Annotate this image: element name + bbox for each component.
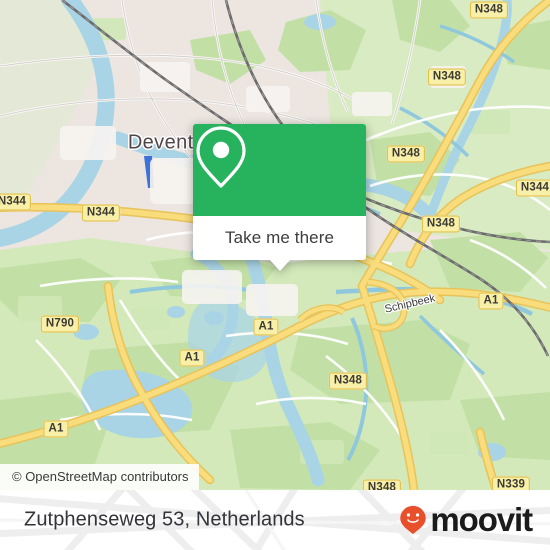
road-shield-n348[interactable]: N348 [421,215,461,233]
road-shield-n348[interactable]: N348 [362,479,402,490]
destination-popup-card[interactable]: Take me there [193,124,366,271]
moovit-logo[interactable]: moovit [399,501,533,538]
road-shield-a1[interactable]: A1 [179,349,205,367]
road-shield-n348[interactable]: N348 [328,372,368,390]
road-shield-n348[interactable]: N348 [427,68,467,86]
road-shield-n790[interactable]: N790 [40,315,80,333]
road-shield-a1[interactable]: A1 [253,318,279,336]
location-title: Zutphenseweg 53, Netherlands [24,508,305,531]
road-shield-n344[interactable]: N344 [515,179,550,197]
moovit-map-share-page: Deventer Schipbeek N348 N348 N348 N348 N… [0,0,550,550]
road-shield-n339[interactable]: N339 [491,476,531,490]
popup-pointer-tail [268,259,291,271]
road-shield-a1[interactable]: A1 [43,420,69,438]
take-me-there-label: Take me there [224,228,335,247]
osm-attribution[interactable]: © OpenStreetMap contributors [0,464,199,490]
popup-header [193,124,366,216]
road-shield-n344[interactable]: N344 [0,193,32,211]
road-shield-n348[interactable]: N348 [386,145,426,163]
popup-action-bar[interactable]: Take me there [193,216,366,260]
road-shield-n348[interactable]: N348 [469,1,509,19]
map-canvas[interactable]: Deventer Schipbeek N348 N348 N348 N348 N… [0,0,550,490]
footer-bar: Zutphenseweg 53, Netherlands moovit [0,490,550,550]
road-shield-a1[interactable]: A1 [478,292,504,310]
moovit-pin-smile-icon [400,505,427,535]
road-shield-n344[interactable]: N344 [81,204,121,222]
map-pin-icon [196,126,246,188]
moovit-wordmark: moovit [430,501,533,538]
